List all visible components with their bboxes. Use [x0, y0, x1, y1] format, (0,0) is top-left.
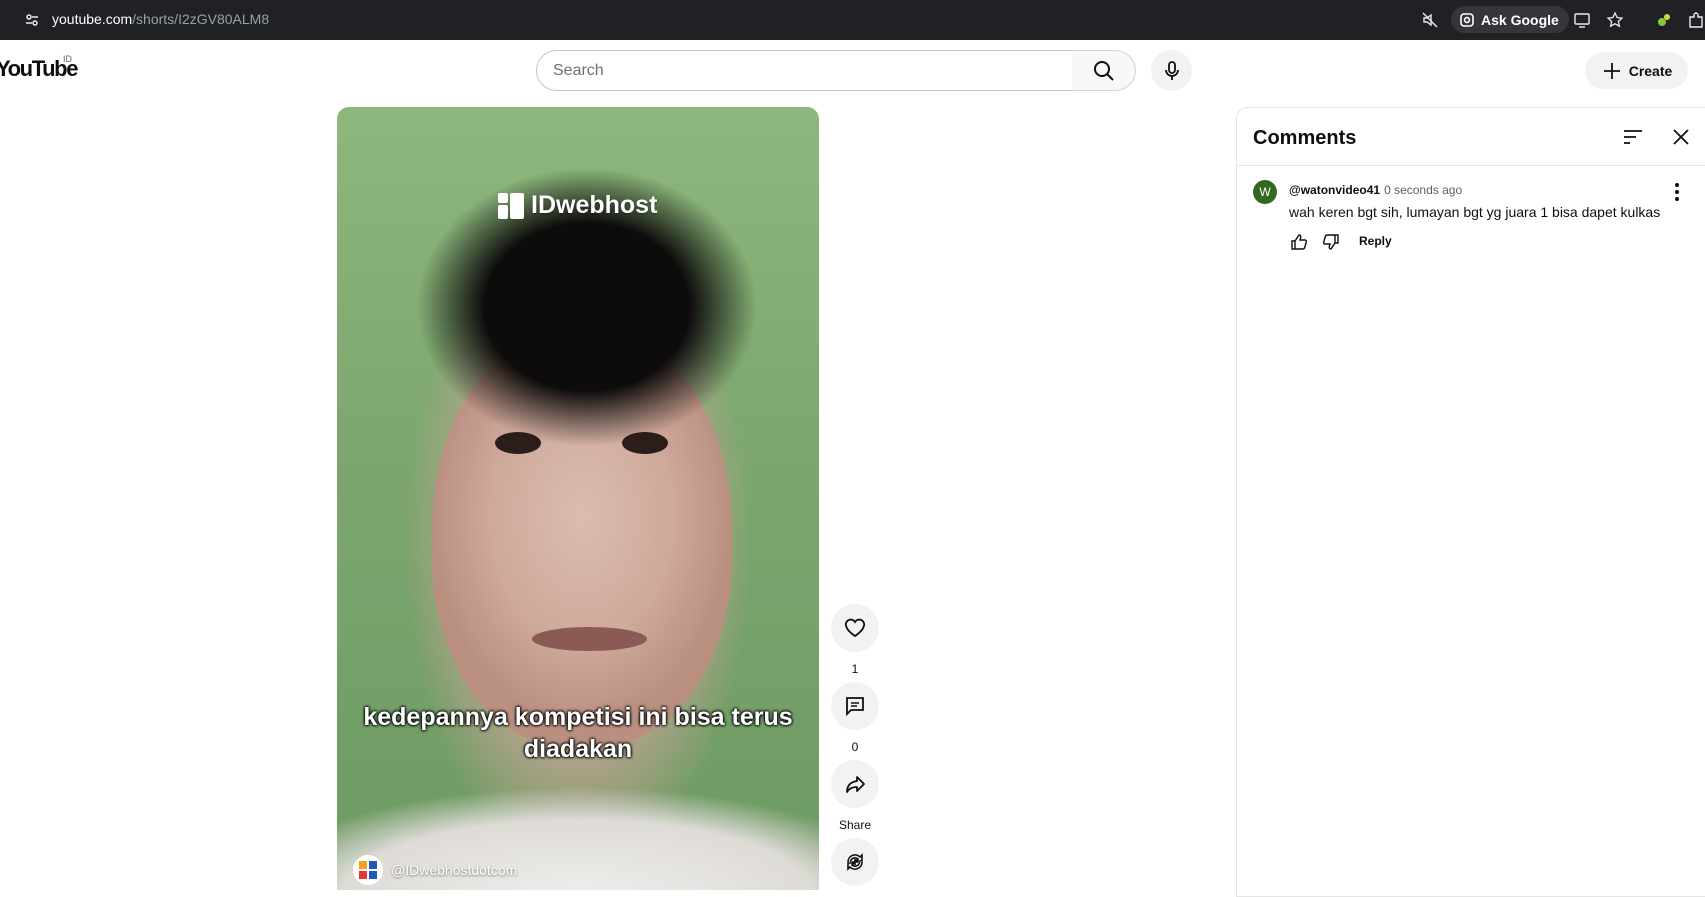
- address-bar[interactable]: youtube.com/shorts/I2zGV80ALM8: [52, 11, 269, 27]
- comment-author[interactable]: @watonvideo41: [1289, 183, 1380, 197]
- voice-search-button[interactable]: [1151, 50, 1192, 91]
- extensions-puzzle-icon[interactable]: [1685, 9, 1705, 31]
- comment-avatar[interactable]: W: [1253, 180, 1277, 204]
- idwebhost-logo-icon: [498, 192, 524, 219]
- channel-info[interactable]: @IDwebhostdotcom: [353, 855, 517, 885]
- remix-icon: [847, 853, 863, 871]
- search-input[interactable]: [553, 51, 1053, 90]
- youtube-header: YouTube ID Create: [0, 40, 1705, 100]
- bookmark-star-icon[interactable]: [1604, 9, 1626, 31]
- comment-action: 0: [831, 682, 879, 754]
- channel-logo-icon: [359, 861, 377, 879]
- channel-handle[interactable]: @IDwebhostdotcom: [391, 862, 517, 878]
- cast-icon[interactable]: [1571, 9, 1593, 31]
- url-path: /shorts/I2zGV80ALM8: [132, 11, 270, 27]
- close-icon[interactable]: [1669, 125, 1693, 149]
- comment-count: 0: [851, 740, 859, 754]
- shorts-video-player[interactable]: IDwebhost kedepannya kompetisi ini bisa …: [337, 107, 819, 890]
- more-options-icon[interactable]: [1665, 180, 1689, 204]
- country-code: ID: [63, 54, 72, 64]
- reply-button[interactable]: Reply: [1351, 230, 1400, 252]
- like-action: 1: [831, 604, 879, 676]
- site-info-icon[interactable]: [22, 10, 42, 30]
- thumbs-up-icon[interactable]: [1289, 232, 1309, 252]
- plus-icon: [1603, 62, 1620, 79]
- comment-meta: @watonvideo41 0 seconds ago: [1289, 183, 1462, 197]
- extension-icon[interactable]: [1653, 9, 1675, 31]
- comments-button[interactable]: [831, 682, 879, 730]
- search-box: [536, 50, 1073, 91]
- channel-avatar[interactable]: [353, 855, 383, 885]
- video-frame-mouth: [532, 627, 647, 651]
- audio-muted-icon[interactable]: [1419, 9, 1441, 31]
- remix-button[interactable]: [831, 838, 879, 886]
- comment-time[interactable]: 0 seconds ago: [1384, 183, 1462, 197]
- comments-panel: Comments W @watonvideo41 0 seconds ago wa…: [1236, 107, 1705, 897]
- video-watermark: IDwebhost: [497, 191, 657, 220]
- browser-toolbar: youtube.com/shorts/I2zGV80ALM8 Ask Googl…: [0, 0, 1705, 40]
- create-label: Create: [1628, 62, 1673, 79]
- ask-google-button[interactable]: Ask Google: [1451, 6, 1569, 33]
- heart-icon: [844, 618, 866, 638]
- share-icon: [846, 776, 865, 793]
- search-icon: [1093, 60, 1114, 81]
- lens-icon: [1460, 12, 1474, 27]
- remix-action: [831, 838, 879, 886]
- like-count: 1: [851, 662, 859, 676]
- ask-google-label: Ask Google: [1481, 11, 1559, 28]
- search-button[interactable]: [1072, 50, 1136, 91]
- video-frame-eye: [495, 432, 541, 454]
- thumbs-down-icon[interactable]: [1321, 232, 1341, 252]
- microphone-icon: [1164, 60, 1179, 80]
- create-button[interactable]: Create: [1585, 52, 1688, 89]
- share-label: Share: [838, 818, 872, 832]
- comment-text: wah keren bgt sih, lumayan bgt yg juara …: [1289, 204, 1661, 220]
- comments-title: Comments: [1253, 127, 1357, 149]
- video-caption: kedepannya kompetisi ini bisa terus diad…: [363, 703, 793, 763]
- watermark-text: IDwebhost: [531, 191, 658, 219]
- url-domain: youtube.com: [52, 11, 133, 27]
- like-button[interactable]: [831, 604, 879, 652]
- video-frame-eye: [622, 432, 668, 454]
- share-action: Share: [831, 760, 879, 832]
- share-button[interactable]: [831, 760, 879, 808]
- comments-header: Comments: [1237, 108, 1705, 166]
- comment-icon: [846, 697, 864, 717]
- sort-icon[interactable]: [1621, 125, 1645, 149]
